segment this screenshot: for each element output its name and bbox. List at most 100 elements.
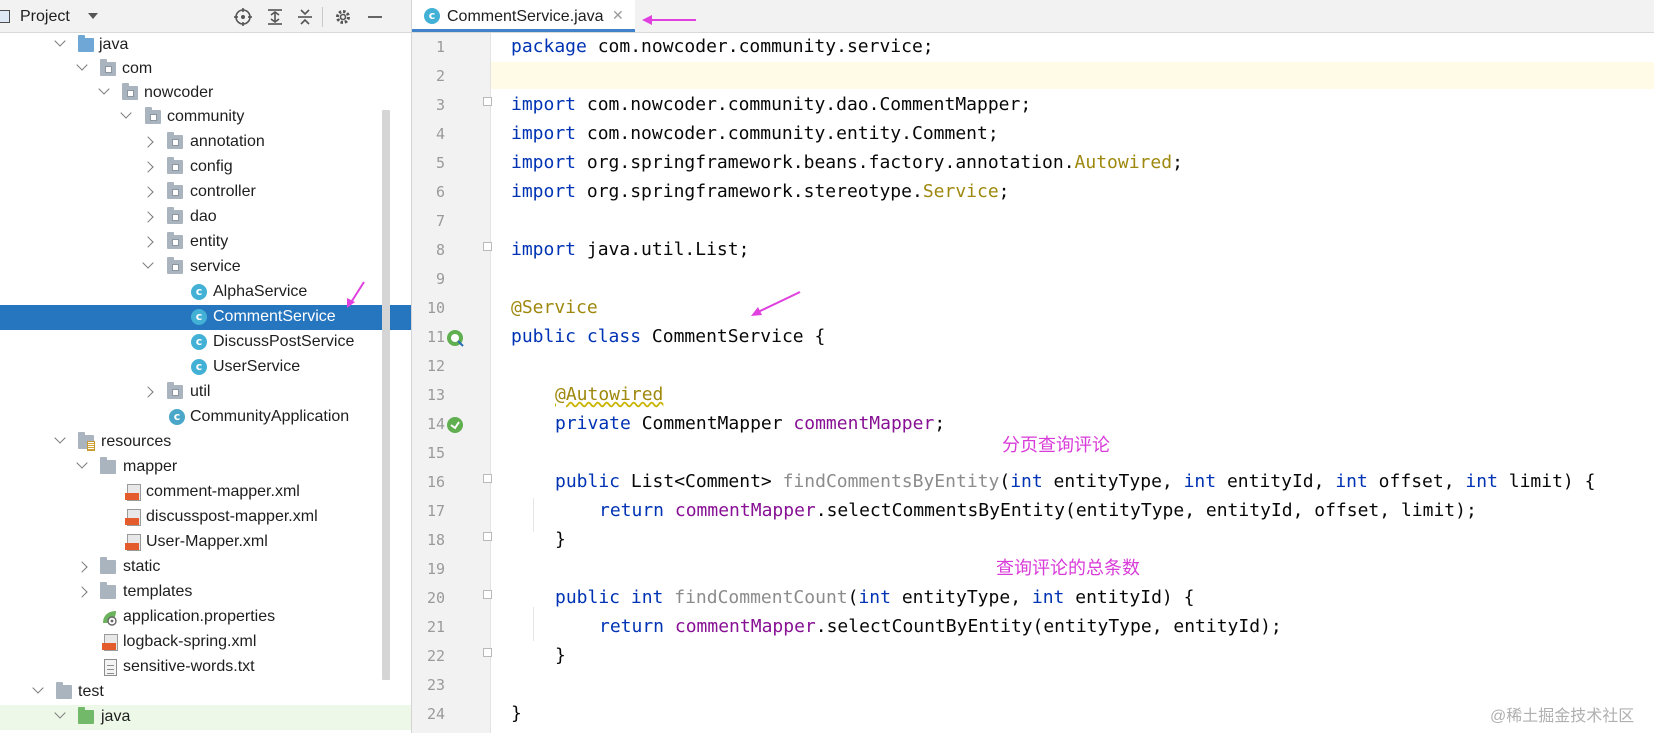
chevron-right-icon[interactable] xyxy=(142,236,154,248)
code-line-6: import org.springframework.stereotype.Se… xyxy=(511,181,1010,202)
properties-file-icon xyxy=(103,611,117,626)
spring-bean-icon[interactable] xyxy=(446,329,464,347)
watermark: @稀土掘金技术社区 xyxy=(1490,708,1635,725)
tree-item-user-mapper[interactable]: User-Mapper.xml xyxy=(0,530,411,555)
project-panel-title[interactable]: Project xyxy=(20,8,70,26)
chevron-right-icon[interactable] xyxy=(76,561,88,573)
tree-item-test-java[interactable]: java xyxy=(0,705,411,730)
code-line-2-current xyxy=(491,62,1654,89)
tree-item-label: AlphaService xyxy=(213,283,308,300)
spring-autowired-icon[interactable] xyxy=(446,416,464,434)
tree-item-sensitive-words[interactable]: sensitive-words.txt xyxy=(0,655,411,680)
chevron-down-icon[interactable] xyxy=(76,59,88,71)
code-line-4: import com.nowcoder.community.entity.Com… xyxy=(511,123,999,144)
tab-commentservice-java[interactable]: c CommentService.java ✕ xyxy=(412,0,635,32)
chevron-right-icon[interactable] xyxy=(142,386,154,398)
locate-file-icon[interactable] xyxy=(233,7,253,27)
chevron-down-icon[interactable] xyxy=(76,457,88,469)
tree-item-application-properties[interactable]: application.properties xyxy=(0,605,411,630)
tree-item-logback-spring[interactable]: logback-spring.xml xyxy=(0,630,411,655)
resources-folder-icon xyxy=(78,432,95,451)
minimize-icon[interactable] xyxy=(365,7,385,27)
chevron-right-icon[interactable] xyxy=(142,211,154,223)
code-line-10: @Service xyxy=(511,297,598,318)
chevron-right-icon[interactable] xyxy=(76,586,88,598)
chevron-down-icon[interactable] xyxy=(98,83,110,95)
tree-item-communityapplication[interactable]: c CommunityApplication xyxy=(0,405,411,430)
tree-item-annotation[interactable]: annotation xyxy=(0,130,411,155)
gear-icon[interactable] xyxy=(333,7,353,27)
line-number: 14 xyxy=(426,415,445,433)
tree-item-controller[interactable]: controller xyxy=(0,180,411,205)
tree-item-label: nowcoder xyxy=(144,84,214,101)
tree-item-mapper[interactable]: mapper xyxy=(0,455,411,480)
line-number: 21 xyxy=(426,618,445,636)
java-class-icon: c xyxy=(191,284,207,300)
tree-item-com[interactable]: com xyxy=(0,57,411,82)
tree-item-label: community xyxy=(167,108,245,125)
line-number: 22 xyxy=(426,647,445,665)
tree-item-userservice[interactable]: c UserService xyxy=(0,355,411,380)
xml-file-icon xyxy=(102,634,118,651)
code-area[interactable]: package com.nowcoder.community.service; … xyxy=(491,33,1654,733)
folder-icon xyxy=(100,557,116,574)
expand-all-icon[interactable] xyxy=(265,7,285,27)
tree-item-discusspost-mapper[interactable]: discusspost-mapper.xml xyxy=(0,505,411,530)
java-class-icon: c xyxy=(191,334,207,350)
xml-file-icon xyxy=(125,534,141,551)
tree-item-label: entity xyxy=(190,233,229,250)
java-class-icon: c xyxy=(424,8,440,24)
line-number: 2 xyxy=(435,67,445,85)
tree-item-label: dao xyxy=(190,208,217,225)
chevron-down-icon[interactable] xyxy=(32,682,44,694)
project-scrollbar[interactable] xyxy=(382,110,390,680)
code-line-20: public int findCommentCount(int entityTy… xyxy=(555,587,1195,608)
line-number: 7 xyxy=(435,212,445,230)
code-line-16: public List<Comment> findCommentsByEntit… xyxy=(555,471,1596,492)
tree-item-nowcoder[interactable]: nowcoder xyxy=(0,81,411,106)
chevron-right-icon[interactable] xyxy=(142,136,154,148)
close-icon[interactable]: ✕ xyxy=(612,7,624,24)
line-number: 6 xyxy=(435,183,445,201)
tree-item-label: test xyxy=(78,683,104,700)
package-folder-icon xyxy=(167,207,183,224)
code-line-17: return commentMapper.selectCommentsByEnt… xyxy=(599,500,1477,521)
annotation-arrow-class xyxy=(751,291,801,316)
tree-item-label: application.properties xyxy=(123,608,276,625)
collapse-all-icon[interactable] xyxy=(295,7,315,27)
tree-item-static[interactable]: static xyxy=(0,555,411,580)
project-panel: Project java com nowcoder community anno… xyxy=(0,0,412,733)
line-number: 8 xyxy=(435,241,445,259)
tab-label: CommentService.java xyxy=(447,8,604,25)
tree-item-util[interactable]: util xyxy=(0,380,411,405)
chevron-down-icon[interactable] xyxy=(120,107,132,119)
tree-item-label: service xyxy=(190,258,241,275)
test-source-folder-icon xyxy=(78,707,94,724)
tree-item-label: CommunityApplication xyxy=(190,408,350,425)
tree-item-config[interactable]: config xyxy=(0,155,411,180)
chevron-down-icon[interactable] xyxy=(54,35,66,47)
tree-item-label: DiscussPostService xyxy=(213,333,355,350)
tree-item-templates[interactable]: templates xyxy=(0,580,411,605)
tree-item-resources[interactable]: resources xyxy=(0,430,411,455)
tree-item-dao[interactable]: dao xyxy=(0,205,411,230)
tree-item-service[interactable]: service xyxy=(0,255,411,280)
tree-item-label: com xyxy=(122,60,153,77)
chevron-down-icon[interactable] xyxy=(54,707,66,719)
editor-tab-bar: c CommentService.java ✕ xyxy=(412,0,1654,33)
chevron-right-icon[interactable] xyxy=(142,186,154,198)
tree-item-label: annotation xyxy=(190,133,265,150)
tree-item-java[interactable]: java xyxy=(0,33,411,58)
chevron-right-icon[interactable] xyxy=(142,161,154,173)
spring-boot-class-icon: c xyxy=(169,409,185,425)
chevron-down-icon[interactable] xyxy=(54,432,66,444)
tree-item-discusspostservice[interactable]: c DiscussPostService xyxy=(0,330,411,355)
line-number: 5 xyxy=(435,154,445,172)
tree-item-comment-mapper[interactable]: comment-mapper.xml xyxy=(0,480,411,505)
tree-item-test[interactable]: test xyxy=(0,680,411,705)
view-dropdown-icon[interactable] xyxy=(88,13,98,19)
chevron-down-icon[interactable] xyxy=(142,257,154,269)
package-folder-icon xyxy=(167,132,183,149)
tree-item-entity[interactable]: entity xyxy=(0,230,411,255)
tree-item-community[interactable]: community xyxy=(0,105,411,130)
